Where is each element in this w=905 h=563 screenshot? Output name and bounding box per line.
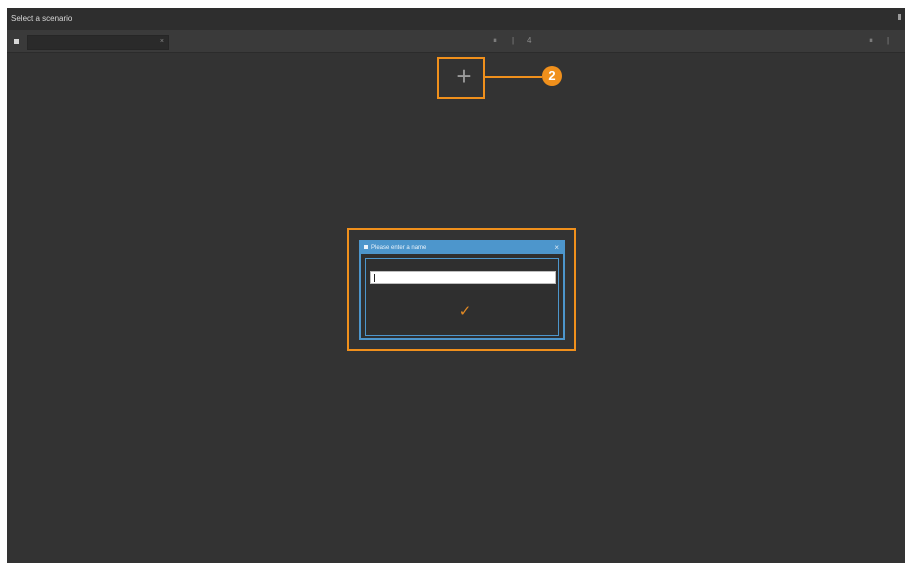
dialog-app-icon [364,245,368,249]
callout-leader-line [485,76,542,78]
right-pause-icon[interactable]: ⏸ [869,36,873,46]
title-bar: Select a scenario [7,8,905,30]
stop-icon[interactable] [14,39,19,44]
dialog-header: Please enter a name × [361,242,563,254]
pause-icon[interactable]: ⏸ [493,36,497,46]
callout-number-badge: 2 [542,66,562,86]
toolbar-separator: | [512,36,515,45]
dialog-body: ✓ [365,258,559,336]
window-control-icon[interactable] [898,14,901,20]
scenario-select[interactable]: × [27,35,169,50]
toolbar: × ⏸ | 4 ⏸ | [7,30,905,53]
callout-highlight-add-button [437,57,485,99]
name-dialog: Please enter a name × ✓ [359,240,565,340]
window-title: Select a scenario [11,14,73,23]
checkmark-icon: ✓ [458,303,472,320]
text-caret [374,274,375,282]
close-icon[interactable]: × [554,243,559,252]
confirm-button[interactable]: ✓ [454,303,476,321]
dialog-title: Please enter a name [371,245,427,251]
scenario-name-input[interactable] [370,271,556,284]
right-separator: | [887,36,890,45]
clear-icon[interactable]: × [160,38,164,46]
step-counter: 4 [527,36,532,45]
